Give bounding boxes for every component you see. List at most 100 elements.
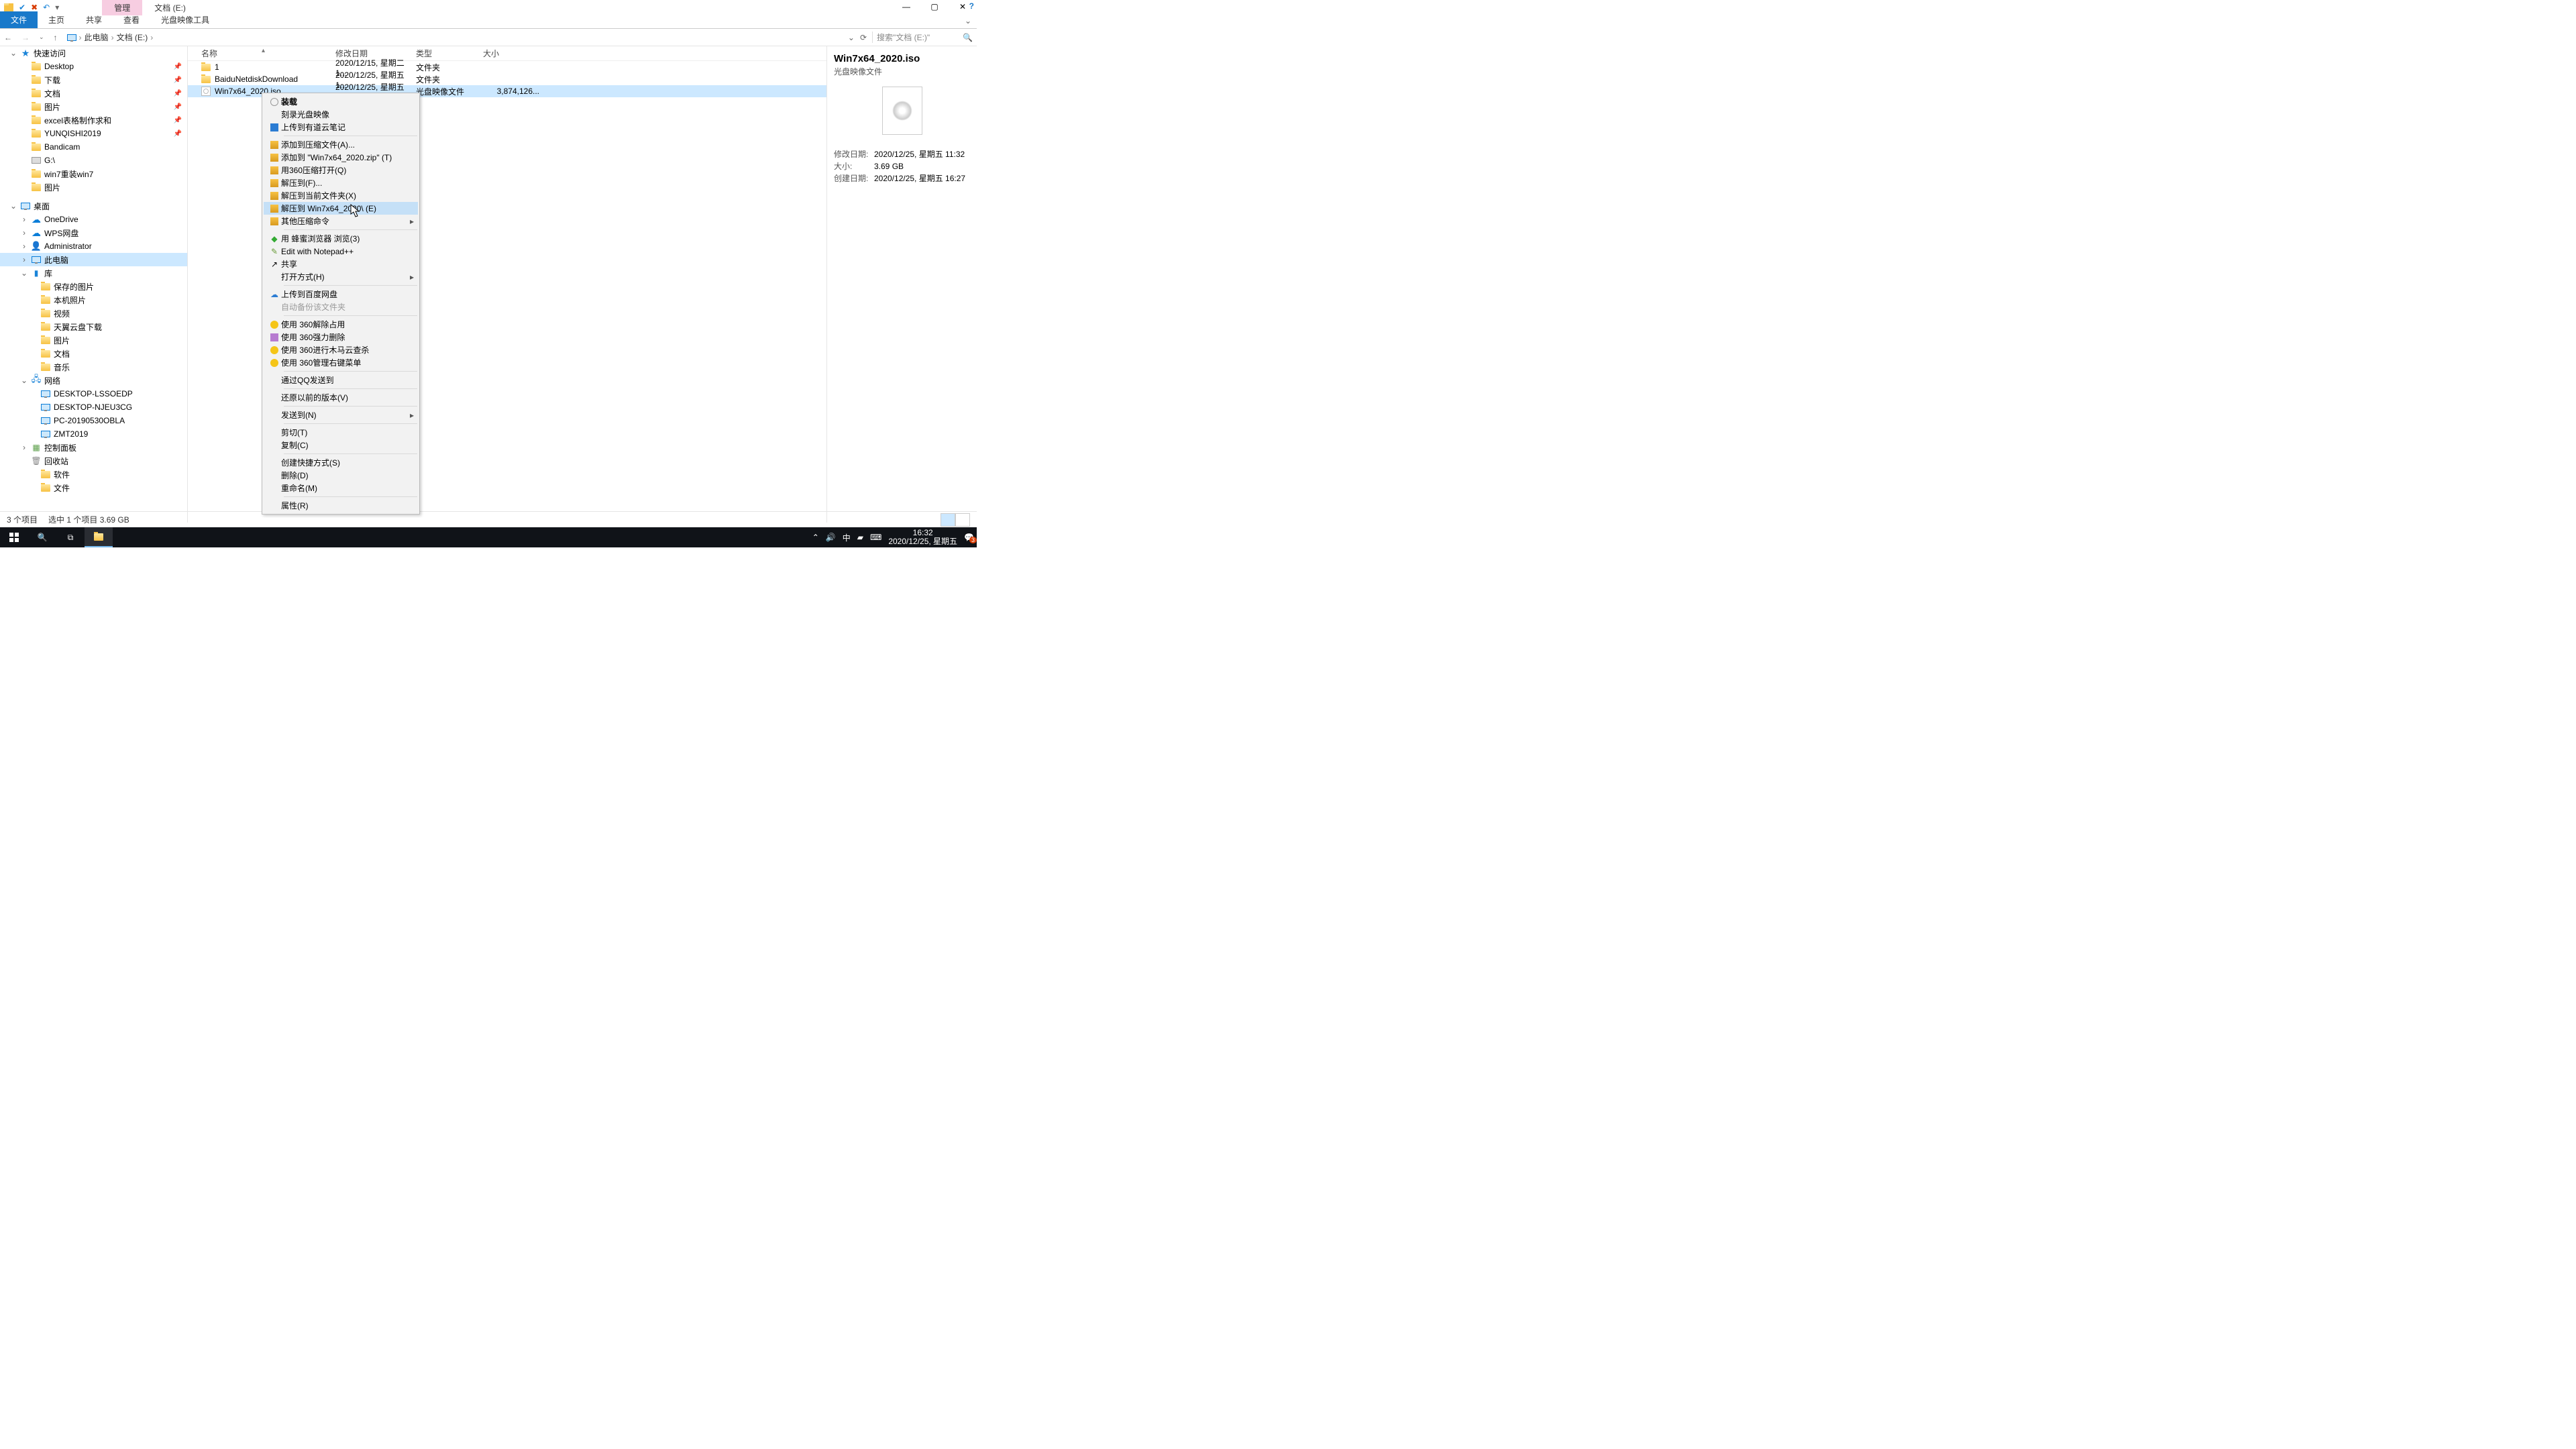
- menu-item[interactable]: 使用 360管理右键菜单: [264, 356, 418, 369]
- tree-item[interactable]: › ☁ OneDrive: [0, 213, 187, 226]
- clock[interactable]: 16:32 2020/12/25, 星期五: [888, 529, 957, 546]
- file-row[interactable]: 1 2020/12/15, 星期二 1... 文件夹: [188, 61, 826, 73]
- column-headers[interactable]: ▴名称 修改日期 类型 大小: [188, 46, 826, 61]
- start-button[interactable]: [0, 527, 28, 547]
- menu-item[interactable]: 重命名(M): [264, 482, 418, 494]
- expand-icon[interactable]: ›: [20, 241, 28, 251]
- menu-item[interactable]: 剪切(T): [264, 426, 418, 439]
- search-icon[interactable]: 🔍: [963, 33, 973, 42]
- search-button[interactable]: 🔍: [28, 527, 56, 547]
- menu-item[interactable]: 复制(C): [264, 439, 418, 451]
- tree-item[interactable]: › 👤 Administrator: [0, 239, 187, 253]
- tree-item[interactable]: 天翼云盘下载: [0, 320, 187, 333]
- expand-icon[interactable]: ›: [20, 255, 28, 264]
- ribbon-tab-home[interactable]: 主页: [38, 11, 75, 28]
- expand-icon[interactable]: ⌄: [9, 48, 17, 58]
- nav-back-icon[interactable]: ←: [4, 33, 12, 42]
- ime-indicator[interactable]: 中: [843, 532, 851, 543]
- breadcrumb-dropdown-icon[interactable]: ⌄: [848, 33, 855, 42]
- view-details-button[interactable]: [941, 513, 955, 527]
- expand-icon[interactable]: ⌄: [20, 268, 28, 278]
- tree-item[interactable]: 保存的图片: [0, 280, 187, 293]
- tree-item[interactable]: 🗑 回收站: [0, 454, 187, 468]
- tree-item[interactable]: DESKTOP-LSSOEDP: [0, 387, 187, 400]
- tree-item[interactable]: ⌄ ★ 快速访问: [0, 46, 187, 60]
- maximize-button[interactable]: ▢: [920, 0, 949, 14]
- volume-icon[interactable]: 🔊: [826, 533, 836, 542]
- tree-item[interactable]: PC-20190530OBLA: [0, 414, 187, 427]
- help-icon[interactable]: ?: [969, 1, 974, 11]
- tree-item[interactable]: DESKTOP-NJEU3CG: [0, 400, 187, 414]
- nav-tree[interactable]: ⌄ ★ 快速访问 Desktop 📌 下载 📌 文档 📌 图片 📌 excel表…: [0, 46, 188, 523]
- expand-icon[interactable]: ›: [20, 443, 28, 452]
- qat-dropdown-icon[interactable]: ▾: [55, 3, 59, 12]
- tree-item[interactable]: Bandicam: [0, 140, 187, 154]
- file-row[interactable]: BaiduNetdiskDownload 2020/12/25, 星期五 1..…: [188, 73, 826, 85]
- menu-item[interactable]: 打开方式(H) ▸: [264, 270, 418, 283]
- menu-item[interactable]: ◆ 用 蜂蜜浏览器 浏览(3): [264, 232, 418, 245]
- ribbon-tab-isotools[interactable]: 光盘映像工具: [150, 11, 220, 28]
- tree-item[interactable]: Desktop 📌: [0, 60, 187, 73]
- breadcrumb-current[interactable]: 文档 (E:): [117, 32, 148, 43]
- menu-item[interactable]: 属性(R): [264, 499, 418, 512]
- menu-item[interactable]: 使用 360解除占用: [264, 318, 418, 331]
- menu-item[interactable]: ↗ 共享: [264, 258, 418, 270]
- menu-item[interactable]: 使用 360强力删除: [264, 331, 418, 343]
- menu-item[interactable]: 用360压缩打开(Q): [264, 164, 418, 176]
- tree-item[interactable]: › ▦ 控制面板: [0, 441, 187, 454]
- tree-item[interactable]: 视频: [0, 307, 187, 320]
- tree-item[interactable]: 图片: [0, 180, 187, 194]
- taskview-button[interactable]: ⧉: [56, 527, 85, 547]
- tree-item[interactable]: YUNQISHI2019 📌: [0, 127, 187, 140]
- notification-button[interactable]: 💬3: [964, 533, 974, 542]
- menu-item[interactable]: 其他压缩命令 ▸: [264, 215, 418, 227]
- expand-icon[interactable]: ⌄: [9, 201, 17, 211]
- menu-item[interactable]: 添加到压缩文件(A)...: [264, 138, 418, 151]
- menu-item[interactable]: ☁ 上传到百度网盘: [264, 288, 418, 301]
- ribbon-expand-icon[interactable]: ⌄: [959, 13, 977, 28]
- nav-history-icon[interactable]: ⌄: [39, 34, 44, 41]
- tree-item[interactable]: excel表格制作求和 📌: [0, 113, 187, 127]
- expand-icon[interactable]: ›: [20, 228, 28, 237]
- tree-item[interactable]: 软件: [0, 468, 187, 481]
- ribbon-tab-view[interactable]: 查看: [113, 11, 150, 28]
- tree-item[interactable]: ZMT2019: [0, 427, 187, 441]
- menu-item[interactable]: 通过QQ发送到: [264, 374, 418, 386]
- taskbar[interactable]: 🔍 ⧉ ⌃ 🔊 中 ▰ ⌨ 16:32 2020/12/25, 星期五 💬3: [0, 527, 977, 547]
- menu-item[interactable]: 发送到(N) ▸: [264, 409, 418, 421]
- minimize-button[interactable]: —: [892, 0, 920, 14]
- ribbon-tab-share[interactable]: 共享: [75, 11, 113, 28]
- tree-item[interactable]: win7重装win7: [0, 167, 187, 180]
- menu-item[interactable]: 解压到当前文件夹(X): [264, 189, 418, 202]
- menu-item[interactable]: 删除(D): [264, 469, 418, 482]
- nav-forward-icon[interactable]: →: [21, 33, 30, 42]
- view-icons-button[interactable]: [955, 513, 970, 527]
- tree-item[interactable]: ⌄ 桌面: [0, 199, 187, 213]
- tree-item[interactable]: › 此电脑: [0, 253, 187, 266]
- col-size[interactable]: 大小: [483, 48, 543, 59]
- menu-item[interactable]: 解压到(F)...: [264, 176, 418, 189]
- tree-item[interactable]: 本机照片: [0, 293, 187, 307]
- menu-item[interactable]: ✎ Edit with Notepad++: [264, 245, 418, 258]
- taskbar-explorer[interactable]: [85, 527, 113, 547]
- menu-item[interactable]: 还原以前的版本(V): [264, 391, 418, 404]
- col-type[interactable]: 类型: [416, 48, 483, 59]
- nav-up-icon[interactable]: ↑: [54, 33, 58, 42]
- menu-item[interactable]: 创建快捷方式(S): [264, 456, 418, 469]
- search-input[interactable]: 搜索"文档 (E:)" 🔍: [872, 32, 973, 43]
- tree-item[interactable]: 图片: [0, 333, 187, 347]
- tree-item[interactable]: 下载 📌: [0, 73, 187, 87]
- tree-item[interactable]: 图片 📌: [0, 100, 187, 113]
- tree-item[interactable]: G:\: [0, 154, 187, 167]
- context-menu[interactable]: 装载 刻录光盘映像 上传到有道云笔记 添加到压缩文件(A)... 添加到 "Wi…: [262, 93, 420, 515]
- expand-icon[interactable]: ⌄: [20, 376, 28, 385]
- tree-item[interactable]: ⌄ ▮ 库: [0, 266, 187, 280]
- tray-app-icon[interactable]: ▰: [857, 533, 863, 542]
- tree-item[interactable]: ⌄ 🖧 网络: [0, 374, 187, 387]
- breadcrumb[interactable]: › 此电脑 › 文档 (E:) ›: [62, 32, 844, 43]
- expand-icon[interactable]: ›: [20, 215, 28, 224]
- menu-item[interactable]: 装载: [264, 95, 418, 108]
- menu-item[interactable]: 解压到 Win7x64_2020\ (E): [264, 202, 418, 215]
- menu-item[interactable]: 刻录光盘映像: [264, 108, 418, 121]
- menu-item[interactable]: 使用 360进行木马云查杀: [264, 343, 418, 356]
